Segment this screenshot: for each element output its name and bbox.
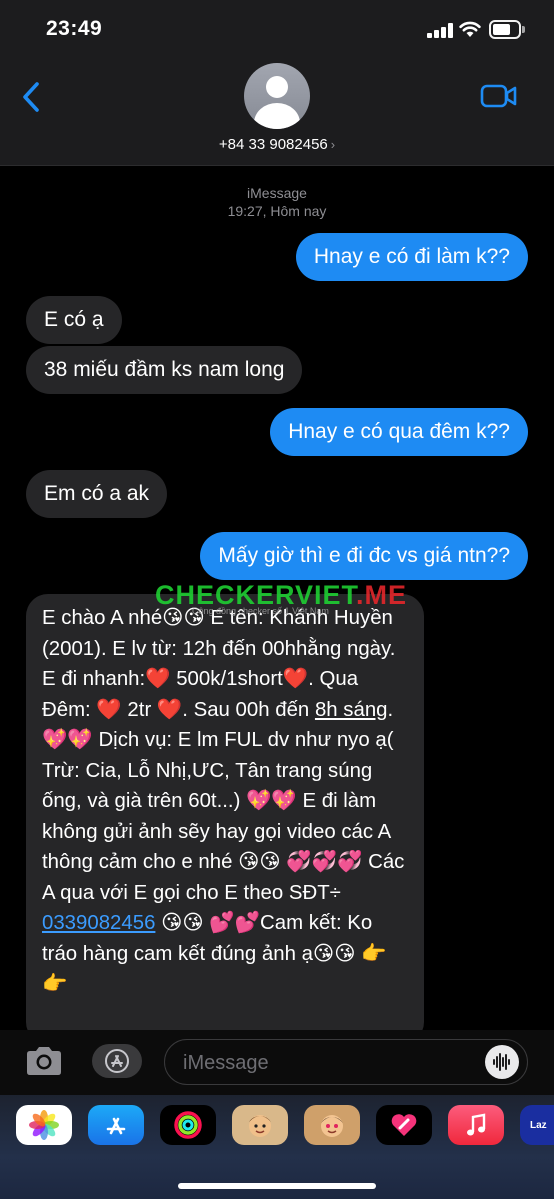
message-bubble-outgoing[interactable]: Mấy giờ thì e đi đc vs giá ntn??	[200, 532, 528, 580]
photos-icon[interactable]	[16, 1105, 72, 1145]
conversation-meta: iMessage 19:27, Hôm nay	[0, 184, 554, 220]
message-placeholder: iMessage	[183, 1052, 269, 1074]
message-bubble-incoming-long[interactable]: E chào A nhé😘😘 E tên: Khánh Huyền (2001)…	[26, 594, 424, 1044]
message-bubble-outgoing[interactable]: Hnay e có đi làm k??	[295, 233, 528, 281]
music-icon[interactable]	[448, 1105, 504, 1145]
app-store-icon	[105, 1049, 129, 1073]
chevron-right-icon: ›	[330, 137, 336, 152]
memoji-icon[interactable]	[232, 1105, 288, 1145]
status-time: 23:49	[46, 17, 103, 40]
message-text: . 💖💖 Dịch vụ: E lm FUL dv như nyo ạ( Trừ…	[42, 698, 405, 904]
digital-touch-icon[interactable]	[376, 1105, 432, 1145]
message-timestamp: 19:27, Hôm nay	[227, 203, 327, 219]
message-bubble-incoming[interactable]: E có ạ	[26, 296, 122, 344]
contact-name[interactable]: +84 33 9082456 ›	[0, 136, 554, 153]
message-bubble-outgoing[interactable]: Hnay e có qua đêm k??	[270, 408, 528, 456]
phone-number-link[interactable]: 0339082456	[42, 912, 155, 934]
service-label: iMessage	[247, 185, 307, 201]
message-input-bar: iMessage	[0, 1030, 554, 1095]
waveform-icon	[493, 1053, 510, 1071]
status-bar: 23:49	[0, 0, 554, 60]
app-store-icon[interactable]	[88, 1105, 144, 1145]
battery-icon	[489, 20, 525, 39]
audio-message-button[interactable]	[485, 1045, 519, 1079]
app-store-drawer-button[interactable]	[92, 1044, 142, 1078]
lazada-label: Laz	[530, 1119, 547, 1131]
memoji-2-icon[interactable]	[304, 1105, 360, 1145]
camera-button[interactable]	[23, 1044, 65, 1078]
facetime-video-button[interactable]	[480, 82, 518, 110]
message-bubble-incoming[interactable]: Em có a ak	[26, 470, 168, 518]
activity-icon[interactable]	[160, 1105, 216, 1145]
home-indicator[interactable]	[178, 1183, 376, 1189]
cellular-signal-icon	[427, 23, 453, 38]
contact-avatar[interactable]	[244, 63, 310, 129]
wifi-icon	[459, 21, 481, 37]
time-detected-link[interactable]: 8h sáng	[315, 699, 388, 721]
lazada-icon[interactable]: Laz	[520, 1105, 554, 1145]
message-bubble-incoming[interactable]: 38 miếu đầm ks nam long	[26, 346, 303, 394]
back-button[interactable]	[18, 80, 46, 114]
watermark-subtitle: Công đồng checker số 1 Việt Nam	[192, 606, 329, 616]
message-text-field[interactable]: iMessage	[164, 1039, 528, 1085]
contact-phone: +84 33 9082456	[218, 136, 328, 153]
